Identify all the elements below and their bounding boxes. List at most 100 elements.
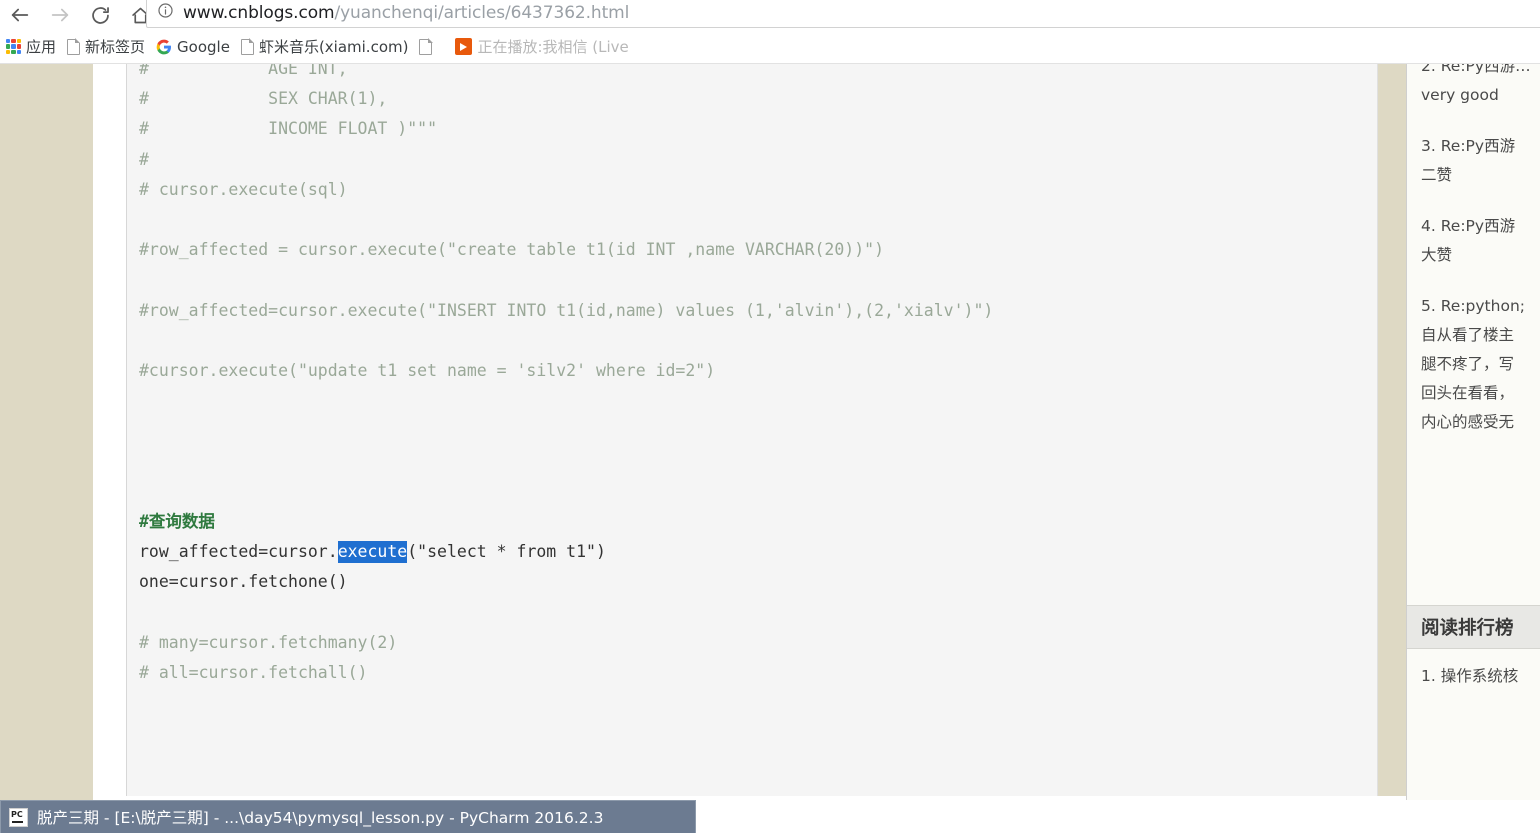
- code-segment: #row_affected = cursor.execute("create t…: [139, 240, 885, 260]
- code-line: [139, 446, 993, 476]
- sidebar-comment-line[interactable]: 大赞: [1421, 241, 1540, 270]
- url-path: /yuanchenqi/articles/6437362.html: [334, 3, 630, 23]
- bookmark-label: 新标签页: [85, 38, 146, 56]
- code-line: # cursor.execute(sql): [139, 175, 993, 205]
- sidebar-rank-header-label: 阅读排行榜: [1421, 618, 1514, 639]
- code-segment: # many=cursor.fetchmany(2): [139, 632, 398, 652]
- sidebar-comment-line[interactable]: 腿不疼了，写: [1421, 350, 1540, 379]
- page-icon: [240, 38, 255, 55]
- bookmark-unnamed[interactable]: [415, 33, 451, 61]
- code-line: [139, 416, 993, 446]
- code-segment: ("select * from t1"): [407, 542, 606, 561]
- code-line: [139, 386, 993, 416]
- code-line: # AGE INT,: [139, 64, 993, 84]
- code-block[interactable]: # AGE INT, # SEX CHAR(1), # INCOME FLOAT )…: [126, 64, 1378, 796]
- code-segment: # AGE INT,: [139, 64, 348, 78]
- code-selection[interactable]: execute: [337, 541, 408, 563]
- forward-icon: [40, 0, 80, 30]
- taskbar-item-pycharm[interactable]: 脱产三期 - [E:\脱产三期] - ...\day54\pymysql_les…: [0, 800, 696, 833]
- bookmarks-bar: 应用 新标签页 Google 虾米音乐(xiami.com) 正在播放:我相信 …: [0, 30, 1540, 64]
- code-line: one=cursor.fetchone(): [139, 567, 993, 597]
- code-line: # SEX CHAR(1),: [139, 84, 993, 114]
- bookmark-now-playing[interactable]: 正在播放:我相信 (Live: [451, 33, 635, 61]
- code-segment: #cursor.execute("update t1 set name = 's…: [139, 360, 716, 380]
- page-icon: [419, 38, 433, 55]
- sidebar-comment-line[interactable]: 3. Re:Py西游: [1421, 132, 1540, 161]
- browser-chrome: www.cnblogs.com/yuanchenqi/articles/6437…: [0, 0, 1540, 64]
- sidebar-comment-line[interactable]: very good: [1421, 81, 1540, 110]
- sidebar-comment-line[interactable]: 4. Re:Py西游: [1421, 212, 1540, 241]
- sidebar-rank-header: 阅读排行榜: [1407, 605, 1540, 649]
- sidebar-recent-comments: 2. Re:Py西游… very good 3. Re:Py西游 二赞 4. Re:Py…: [1407, 64, 1540, 437]
- code-segment: #查询数据: [139, 511, 215, 531]
- code-line: # INCOME FLOAT )""": [139, 114, 993, 144]
- code-line: [139, 597, 993, 627]
- code-line: [139, 326, 993, 356]
- sidebar-comment-line[interactable]: 5. Re:python;: [1421, 292, 1540, 321]
- windows-taskbar: 脱产三期 - [E:\脱产三期] - ...\day54\pymysql_les…: [0, 800, 1540, 833]
- bookmark-label: 虾米音乐(xiami.com): [258, 38, 409, 56]
- page-left-gutter: [0, 64, 93, 833]
- bookmark-label: Google: [177, 37, 230, 56]
- address-bar[interactable]: www.cnblogs.com/yuanchenqi/articles/6437…: [146, 0, 1540, 28]
- page-viewport: # AGE INT, # SEX CHAR(1), # INCOME FLOAT )…: [0, 64, 1540, 833]
- sidebar-comment-line[interactable]: 回头在看看，: [1421, 379, 1540, 408]
- sidebar-comment-line[interactable]: 2. Re:Py西游…: [1421, 64, 1540, 81]
- play-button-icon: [455, 38, 473, 55]
- code-line: [139, 477, 993, 507]
- code-line: # all=cursor.fetchall(): [139, 658, 993, 688]
- address-bar-url: www.cnblogs.com/yuanchenqi/articles/6437…: [183, 3, 629, 23]
- code-line: #cursor.execute("update t1 set name = 's…: [139, 356, 993, 386]
- sidebar-comment-line[interactable]: 二赞: [1421, 161, 1540, 190]
- bookmark-new-tab[interactable]: 新标签页: [63, 33, 152, 61]
- code-segment: one=cursor.fetchone(): [139, 572, 348, 592]
- google-g-icon: [156, 39, 172, 55]
- code-line: row_affected=cursor.execute("select * fr…: [139, 537, 993, 567]
- page-icon: [67, 38, 81, 55]
- code-line: [139, 265, 993, 295]
- code-segment: # SEX CHAR(1),: [139, 89, 388, 109]
- code-segment: # cursor.execute(sql): [139, 179, 348, 199]
- code-segment: row_affected=cursor.: [139, 542, 338, 561]
- info-circle-icon[interactable]: [157, 2, 174, 24]
- blog-post-body: # AGE INT, # SEX CHAR(1), # INCOME FLOAT )…: [93, 64, 1468, 833]
- blog-sidebar: 2. Re:Py西游… very good 3. Re:Py西游 二赞 4. Re:Py…: [1406, 64, 1540, 833]
- code-segment: # INCOME FLOAT )""": [139, 119, 438, 139]
- code-line: #row_affected=cursor.execute("INSERT INT…: [139, 296, 993, 326]
- taskbar-item-label: 脱产三期 - [E:\脱产三期] - ...\day54\pymysql_les…: [37, 809, 604, 827]
- bookmark-label: 正在播放:我相信 (Live: [477, 38, 629, 56]
- code-line: #查询数据: [139, 507, 993, 537]
- code-line: # many=cursor.fetchmany(2): [139, 628, 993, 658]
- code-line: #row_affected = cursor.execute("create t…: [139, 235, 993, 265]
- page-right-gutter: [1375, 64, 1406, 833]
- sidebar-rank-item[interactable]: 1. 操作系统核: [1421, 664, 1540, 693]
- bookmark-label: 应用: [26, 38, 57, 56]
- back-icon[interactable]: [0, 0, 40, 30]
- bookmark-google[interactable]: Google: [152, 33, 237, 61]
- sidebar-comment-line[interactable]: 内心的感受无: [1421, 408, 1540, 437]
- code-segment: # all=cursor.fetchall(): [139, 662, 368, 682]
- url-host: www.cnblogs.com: [183, 3, 335, 23]
- reload-icon[interactable]: [80, 0, 120, 30]
- code-line: [139, 205, 993, 235]
- sidebar-comment-line[interactable]: 自从看了楼主: [1421, 321, 1540, 350]
- browser-navigation-bar: www.cnblogs.com/yuanchenqi/articles/6437…: [0, 0, 1540, 30]
- pycharm-icon: [9, 807, 28, 827]
- code-lines: # AGE INT, # SEX CHAR(1), # INCOME FLOAT )…: [139, 64, 993, 688]
- code-segment: #: [139, 149, 149, 169]
- code-segment: #row_affected=cursor.execute("INSERT INT…: [139, 300, 994, 320]
- code-line: #: [139, 145, 993, 175]
- bookmark-xiami[interactable]: 虾米音乐(xiami.com): [237, 33, 416, 61]
- bookmark-apps[interactable]: 应用: [2, 33, 63, 61]
